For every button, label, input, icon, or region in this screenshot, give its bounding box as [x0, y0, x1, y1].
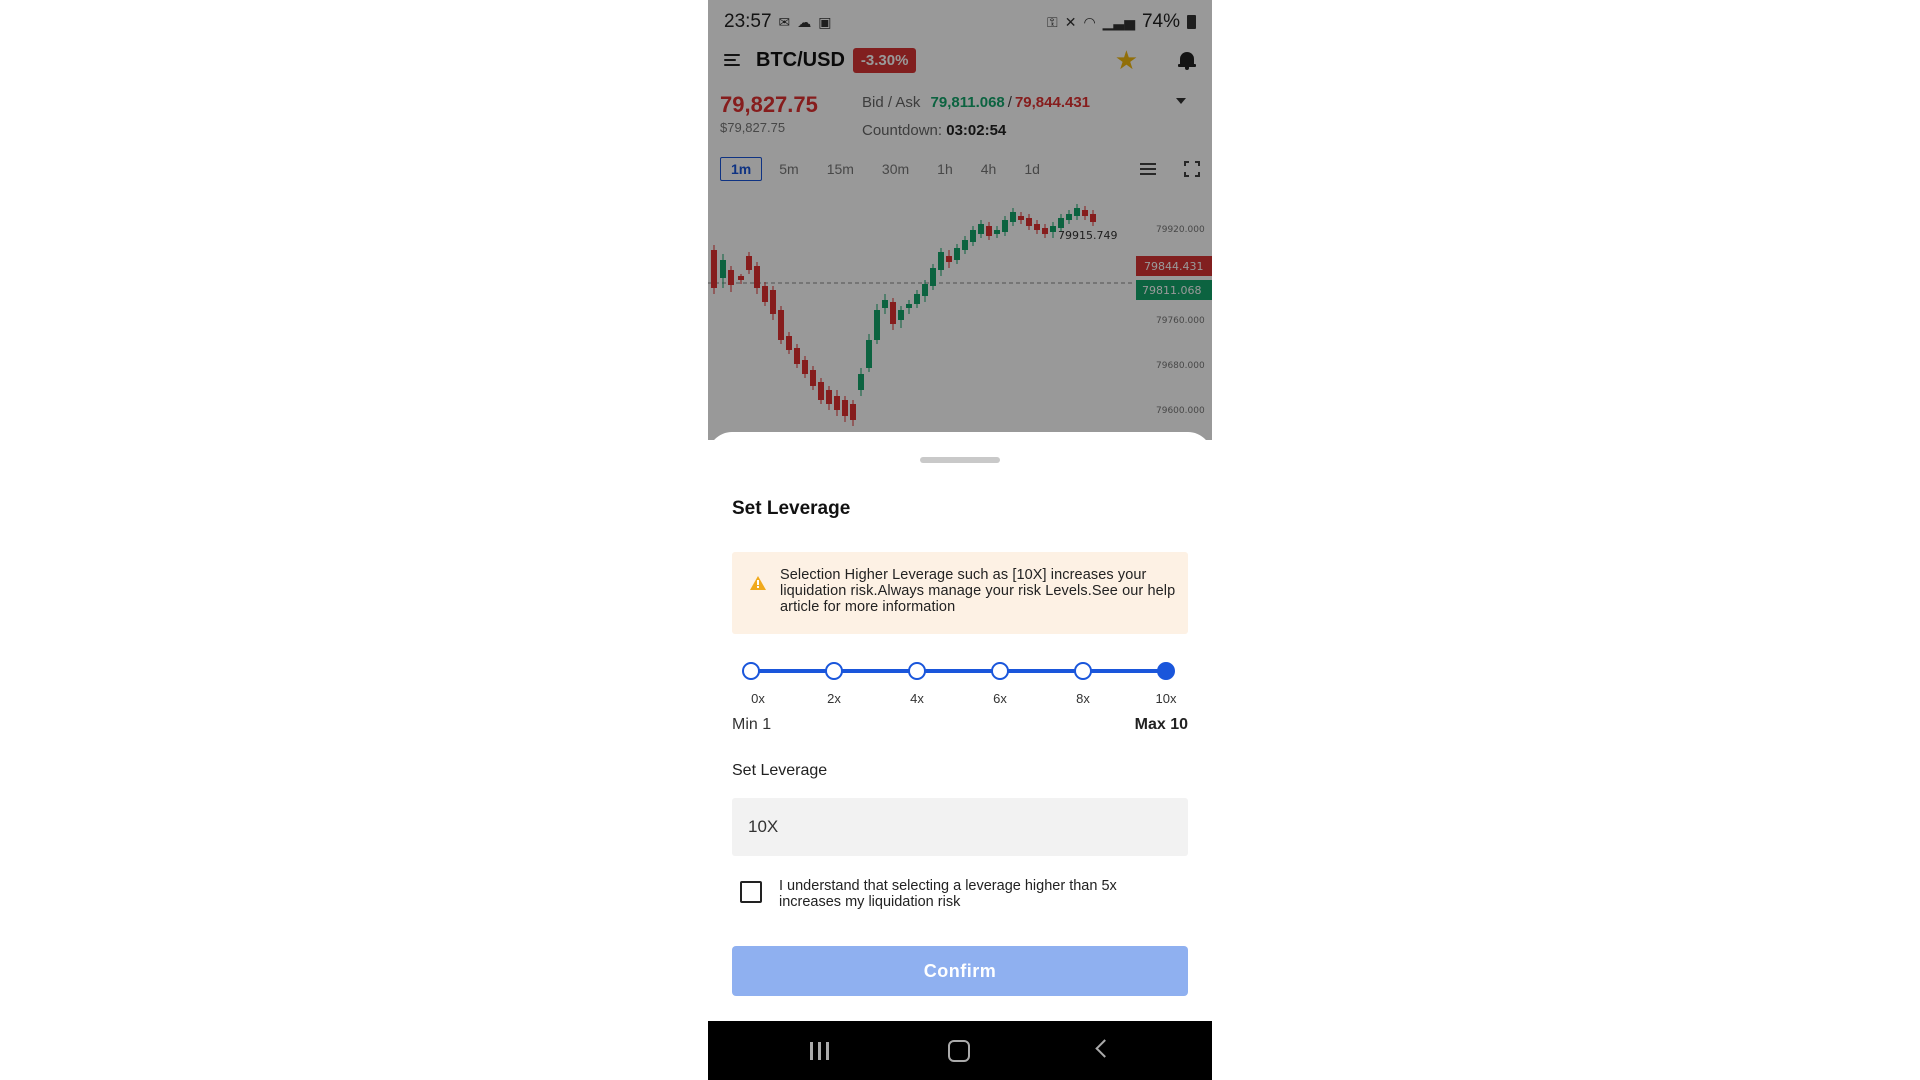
slider-label: 6x	[993, 691, 1007, 706]
back-icon[interactable]	[1095, 1039, 1114, 1058]
risk-ack-checkbox[interactable]	[740, 881, 762, 903]
sheet-title: Set Leverage	[732, 498, 851, 519]
slider-label: 8x	[1076, 691, 1090, 706]
leverage-bottom-sheet: Set Leverage Selection Higher Leverage s…	[708, 432, 1212, 1022]
trading-screen: 23:57 ✉ ☁ ▣ ⚿ ✕ ◠ ▁▃▅ 74% BTC/USD -3.30%…	[708, 0, 1212, 440]
slider-stop-10x[interactable]	[1157, 662, 1175, 680]
slider-stop-0x[interactable]	[742, 662, 760, 680]
home-icon[interactable]	[948, 1040, 970, 1062]
slider-stop-2x[interactable]	[825, 662, 843, 680]
slider-label: 0x	[751, 691, 765, 706]
leverage-field-label: Set Leverage	[732, 762, 828, 779]
recents-icon[interactable]	[810, 1042, 830, 1060]
phone-screen: 23:57 ✉ ☁ ▣ ⚿ ✕ ◠ ▁▃▅ 74% BTC/USD -3.30%…	[708, 0, 1212, 1080]
leverage-input[interactable]	[732, 798, 1188, 856]
warning-text: Selection Higher Leverage such as [10X] …	[780, 567, 1176, 615]
max-label: Max 10	[1134, 716, 1188, 733]
dim-overlay[interactable]	[708, 0, 1212, 440]
slider-stop-6x[interactable]	[991, 662, 1009, 680]
risk-warning: Selection Higher Leverage such as [10X] …	[732, 552, 1188, 634]
slider-stop-4x[interactable]	[908, 662, 926, 680]
confirm-button[interactable]: Confirm	[732, 946, 1188, 996]
slider-label: 4x	[910, 691, 924, 706]
warning-icon	[750, 576, 766, 592]
slider-label: 10x	[1155, 691, 1177, 706]
slider-label: 2x	[827, 691, 841, 706]
navigation-bar	[708, 1021, 1212, 1080]
slider-stop-8x[interactable]	[1074, 662, 1092, 680]
drag-handle[interactable]	[920, 457, 1000, 463]
min-label: Min 1	[732, 716, 772, 733]
slider-track[interactable]	[751, 669, 1167, 673]
leverage-slider[interactable]: 0x 2x 4x 6x 8x 10x	[732, 660, 1188, 706]
risk-ack-text[interactable]: I understand that selecting a leverage h…	[779, 878, 1179, 910]
